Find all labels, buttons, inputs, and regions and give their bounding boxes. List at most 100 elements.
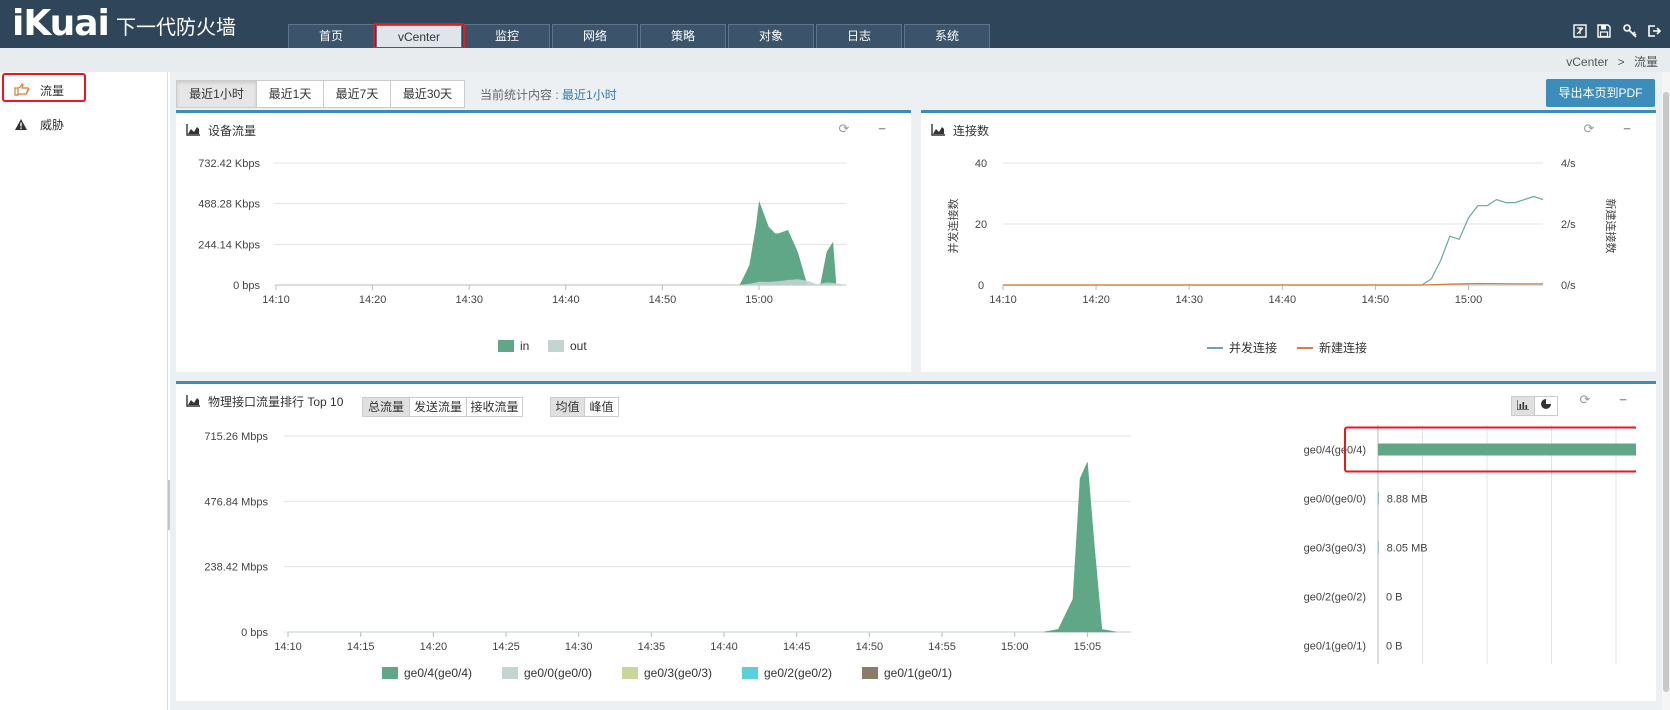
range-30-days[interactable]: 最近30天: [390, 80, 465, 108]
metric-send-tab[interactable]: 发送流量: [409, 397, 467, 417]
pie-chart-icon[interactable]: [1534, 396, 1558, 416]
scrollbar-thumb[interactable]: [1663, 92, 1669, 692]
x-tick-label: 14:20: [420, 641, 448, 653]
x-tick-label: 14:45: [783, 641, 811, 653]
y-tick-label: 0 bps: [233, 280, 260, 292]
save-icon[interactable]: [1596, 24, 1612, 40]
legend-swatch: [502, 667, 518, 679]
legend-item-ge0-0[interactable]: ge0/0(ge0/0): [502, 666, 592, 680]
x-tick-label: 14:10: [989, 294, 1017, 306]
refresh-icon[interactable]: ⟳: [836, 121, 852, 137]
nav-tab-policy[interactable]: 策略: [640, 24, 726, 48]
metric-receive-tab[interactable]: 接收流量: [466, 397, 523, 417]
x-tick-label: 14:20: [1082, 294, 1110, 306]
breadcrumb-separator: >: [1617, 55, 1625, 69]
product-name: 下一代防火墙: [116, 17, 236, 39]
highlight-sidebar-traffic: [2, 73, 86, 102]
y-right-tick-label: 0/s: [1561, 280, 1576, 292]
y-left-axis-label: 并发连接数: [946, 199, 960, 254]
language-icon[interactable]: [1572, 24, 1588, 40]
legend-swatch: [742, 667, 758, 679]
x-tick-label: 15:05: [1074, 641, 1102, 653]
export-pdf-button[interactable]: 导出本页到PDF: [1546, 79, 1655, 107]
legend-item-ge0-4[interactable]: ge0/4(ge0/4): [382, 666, 472, 680]
y-right-axis-label: 新建连接数: [1604, 199, 1618, 254]
legend-label: 并发连接: [1229, 341, 1278, 355]
legend-item-out[interactable]: out: [548, 339, 587, 353]
connections-title: 连接数: [953, 124, 990, 138]
sidebar-item-threat[interactable]: 威胁: [2, 110, 86, 140]
breadcrumb: vCenter > 流量: [1566, 53, 1658, 70]
nav-tab-monitor[interactable]: 监控: [464, 24, 550, 48]
x-tick-label: 14:25: [492, 641, 520, 653]
bar-ge0/0(ge0/0): [1378, 492, 1379, 505]
legend-swatch: [382, 667, 398, 679]
legend-item-new[interactable]: 新建连接: [1297, 339, 1367, 356]
x-tick-label: 14:40: [710, 641, 738, 653]
legend-item-ge0-3[interactable]: ge0/3(ge0/3): [622, 666, 712, 680]
legend-label: 新建连接: [1319, 341, 1368, 355]
legend-swatch-out: [548, 340, 564, 352]
bar-category-label: ge0/2(ge0/2): [1304, 592, 1366, 604]
interface-rank-bar-chart: ge0/4(ge0/4)3.68 GBge0/0(ge0/0)8.88 MBge…: [1304, 425, 1636, 664]
minimize-icon[interactable]: −: [1619, 121, 1635, 137]
legend-label: in: [520, 339, 530, 353]
minimize-icon[interactable]: −: [1615, 392, 1631, 408]
y-right-tick-label: 2/s: [1561, 219, 1576, 231]
legend-swatch-in: [498, 340, 514, 352]
range-7-days[interactable]: 最近7天: [323, 80, 391, 108]
legend-item-in[interactable]: in: [498, 339, 529, 353]
legend-label: out: [570, 339, 587, 353]
nav-tab-home[interactable]: 首页: [288, 24, 374, 48]
x-tick-label: 14:55: [928, 641, 956, 653]
stat-range-value: 最近1小时: [562, 88, 617, 102]
bar-category-label: ge0/1(ge0/1): [1304, 641, 1366, 653]
bar-value-label: 0 B: [1386, 592, 1403, 604]
stat-label-text: 当前统计内容 :: [480, 88, 563, 102]
nav-tab-object[interactable]: 对象: [728, 24, 814, 48]
range-1-hour[interactable]: 最近1小时: [176, 80, 257, 108]
bar-chart-icon[interactable]: [1511, 396, 1535, 416]
bar-value-label: 0 B: [1386, 641, 1403, 653]
device-traffic-chart: 0 bps 244.14 Kbps 488.28 Kbps 732.42 Kbps 14…: [198, 158, 846, 306]
logout-icon[interactable]: [1646, 24, 1662, 40]
device-traffic-panel: 设备流量 ⟳ − 0 bps 244.14 Kbps 488.28 Kbps 732.…: [176, 110, 911, 372]
metric-total-tab[interactable]: 总流量: [362, 397, 410, 417]
x-tick-label: 14:10: [274, 641, 302, 653]
range-1-day[interactable]: 最近1天: [256, 80, 324, 108]
y-tick-label: 0 bps: [241, 627, 268, 639]
legend-label: ge0/4(ge0/4): [404, 666, 473, 680]
x-tick-label: 15:00: [1001, 641, 1029, 653]
legend-label: ge0/2(ge0/2): [764, 666, 833, 680]
nav-tab-system[interactable]: 系统: [904, 24, 990, 48]
x-tick-label: 14:40: [1269, 294, 1297, 306]
legend-item-ge0-2[interactable]: ge0/2(ge0/2): [742, 666, 832, 680]
area-chart-icon: [186, 395, 200, 410]
x-tick-label: 15:00: [745, 294, 773, 306]
legend-label: ge0/0(ge0/0): [524, 666, 593, 680]
stat-avg-tab[interactable]: 均值: [550, 397, 585, 417]
breadcrumb-current: 流量: [1633, 55, 1658, 69]
refresh-icon[interactable]: ⟳: [1577, 392, 1593, 408]
key-icon[interactable]: [1622, 24, 1638, 40]
sidebar: 流量 威胁: [0, 72, 168, 710]
breadcrumb-parent[interactable]: vCenter: [1566, 55, 1608, 69]
legend-item-ge0-1[interactable]: ge0/1(ge0/1): [862, 666, 952, 680]
x-tick-label: 14:50: [1362, 294, 1390, 306]
sidebar-item-label: 威胁: [40, 118, 65, 132]
y-tick-label: 244.14 Kbps: [198, 239, 260, 251]
bar-category-label: ge0/0(ge0/0): [1304, 494, 1366, 506]
nav-tab-log[interactable]: 日志: [816, 24, 902, 48]
y-tick-label: 732.42 Kbps: [198, 158, 260, 170]
interface-rank-panel: 物理接口流量排行 Top 10 总流量 发送流量 接收流量 均值 峰值 ⟳ − …: [176, 381, 1656, 701]
legend-line-concurrent: [1207, 347, 1223, 349]
top-bar: iKuai 下一代防火墙 首页 vCenter 监控 网络 策略 对象 日志 系…: [0, 0, 1670, 49]
interface-traffic-chart: 0 bps 238.42 Mbps 476.84 Mbps 715.26 Mbps 14…: [204, 431, 1132, 653]
y-left-tick-label: 40: [975, 158, 987, 170]
bar-category-label: ge0/3(ge0/3): [1304, 543, 1366, 555]
refresh-icon[interactable]: ⟳: [1581, 121, 1597, 137]
nav-tab-network[interactable]: 网络: [552, 24, 638, 48]
stat-peak-tab[interactable]: 峰值: [584, 397, 619, 417]
legend-item-concurrent[interactable]: 并发连接: [1207, 339, 1277, 356]
minimize-icon[interactable]: −: [874, 121, 890, 137]
